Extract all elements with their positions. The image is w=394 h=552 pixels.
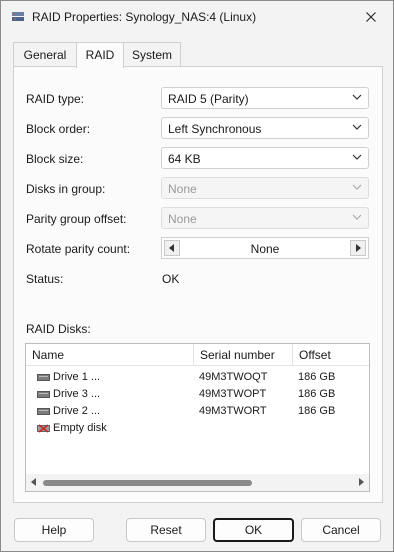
cancel-button-label: Cancel xyxy=(322,523,360,537)
table-row[interactable]: Drive 2 ... 49M3TWORT 186 GB xyxy=(26,403,369,420)
scroll-right-icon[interactable] xyxy=(358,478,364,486)
horizontal-scrollbar[interactable] xyxy=(26,474,369,491)
close-button[interactable] xyxy=(349,1,393,33)
raid-type-select[interactable]: RAID 5 (Parity) xyxy=(161,87,369,109)
ok-button[interactable]: OK xyxy=(213,518,294,542)
raid-properties-dialog: RAID Properties: Synology_NAS:4 (Linux) … xyxy=(0,0,394,552)
disk-name: Drive 3 ... xyxy=(53,388,101,400)
block-size-value: 64 KB xyxy=(168,152,201,166)
raid-type-value: RAID 5 (Parity) xyxy=(168,92,249,106)
status-value: OK xyxy=(162,272,180,286)
triangle-right-icon xyxy=(356,244,361,252)
chevron-down-icon xyxy=(352,154,362,160)
column-header-serial[interactable]: Serial number xyxy=(194,344,293,366)
triangle-left-icon xyxy=(169,244,174,252)
parity-group-offset-label: Parity group offset: xyxy=(26,212,127,226)
scroll-left-button[interactable] xyxy=(164,240,180,256)
drive-icon xyxy=(37,374,50,381)
reset-button-label: Reset xyxy=(150,523,182,537)
list-header: Name Serial number Offset xyxy=(26,344,369,366)
tab-system[interactable]: System xyxy=(123,42,181,67)
disk-offset: 186 GB xyxy=(298,388,336,400)
rotate-parity-count-label: Rotate parity count: xyxy=(26,242,131,256)
column-header-offset[interactable]: Offset xyxy=(293,344,369,366)
disk-serial: 49M3TWORT xyxy=(199,405,267,417)
tab-raid[interactable]: RAID xyxy=(76,42,124,68)
parity-group-offset-value: None xyxy=(168,212,197,226)
tab-general[interactable]: General xyxy=(13,42,77,67)
disks-in-group-label: Disks in group: xyxy=(26,182,106,196)
raid-type-label: RAID type: xyxy=(26,92,85,106)
help-button-label: Help xyxy=(41,523,67,537)
block-size-label: Block size: xyxy=(26,152,84,166)
disks-in-group-select[interactable]: None xyxy=(161,177,369,199)
scroll-right-button[interactable] xyxy=(350,240,366,256)
chevron-down-icon xyxy=(352,184,362,190)
column-header-name[interactable]: Name xyxy=(26,344,194,366)
status-label: Status: xyxy=(26,272,64,286)
parity-group-offset-select[interactable]: None xyxy=(161,207,369,229)
chevron-down-icon xyxy=(352,214,362,220)
tab-general-label: General xyxy=(23,48,67,62)
empty-disk-icon xyxy=(37,424,50,433)
block-order-label: Block order: xyxy=(26,122,91,136)
chevron-down-icon xyxy=(352,94,362,100)
column-header-serial-label: Serial number xyxy=(200,348,275,362)
drive-icon xyxy=(37,391,50,398)
table-row[interactable]: Drive 1 ... 49M3TWOQT 186 GB xyxy=(26,369,369,386)
disk-offset: 186 GB xyxy=(298,371,336,383)
reset-button[interactable]: Reset xyxy=(126,518,206,542)
table-row[interactable]: Drive 3 ... 49M3TWOPT 186 GB xyxy=(26,386,369,403)
title-bar[interactable]: RAID Properties: Synology_NAS:4 (Linux) xyxy=(1,1,393,33)
block-order-select[interactable]: Left Synchronous xyxy=(161,117,369,139)
column-header-name-label: Name xyxy=(32,348,65,362)
raid-disks-list[interactable]: Name Serial number Offset Drive 1 ... 49… xyxy=(25,343,370,492)
close-icon xyxy=(366,12,376,22)
rotate-parity-count-value: None xyxy=(250,242,280,256)
disk-name: Drive 1 ... xyxy=(53,371,101,383)
disks-in-group-value: None xyxy=(168,182,197,196)
cancel-button[interactable]: Cancel xyxy=(301,518,381,542)
raid-app-icon xyxy=(12,12,24,21)
window-title: RAID Properties: Synology_NAS:4 (Linux) xyxy=(32,10,257,24)
chevron-down-icon xyxy=(352,124,362,130)
disk-offset: 186 GB xyxy=(298,405,336,417)
disk-serial: 49M3TWOQT xyxy=(199,371,268,383)
tab-system-label: System xyxy=(131,48,172,62)
column-header-offset-label: Offset xyxy=(299,348,331,362)
scroll-left-icon[interactable] xyxy=(31,478,37,486)
drive-icon xyxy=(37,408,50,415)
block-order-value: Left Synchronous xyxy=(168,122,262,136)
raid-tab-panel: RAID type: RAID 5 (Parity) Block order: … xyxy=(13,66,383,503)
ok-button-label: OK xyxy=(244,523,263,537)
help-button[interactable]: Help xyxy=(14,518,94,542)
disk-serial: 49M3TWOPT xyxy=(199,388,267,400)
disk-name: Empty disk xyxy=(53,422,107,434)
table-row[interactable]: Empty disk xyxy=(26,420,369,437)
block-size-select[interactable]: 64 KB xyxy=(161,147,369,169)
rotate-parity-count-spinner[interactable]: None xyxy=(161,237,369,259)
disk-name: Drive 2 ... xyxy=(53,405,101,417)
scrollbar-thumb[interactable] xyxy=(43,480,252,486)
tab-raid-label: RAID xyxy=(85,48,115,62)
raid-disks-label: RAID Disks: xyxy=(26,322,91,336)
